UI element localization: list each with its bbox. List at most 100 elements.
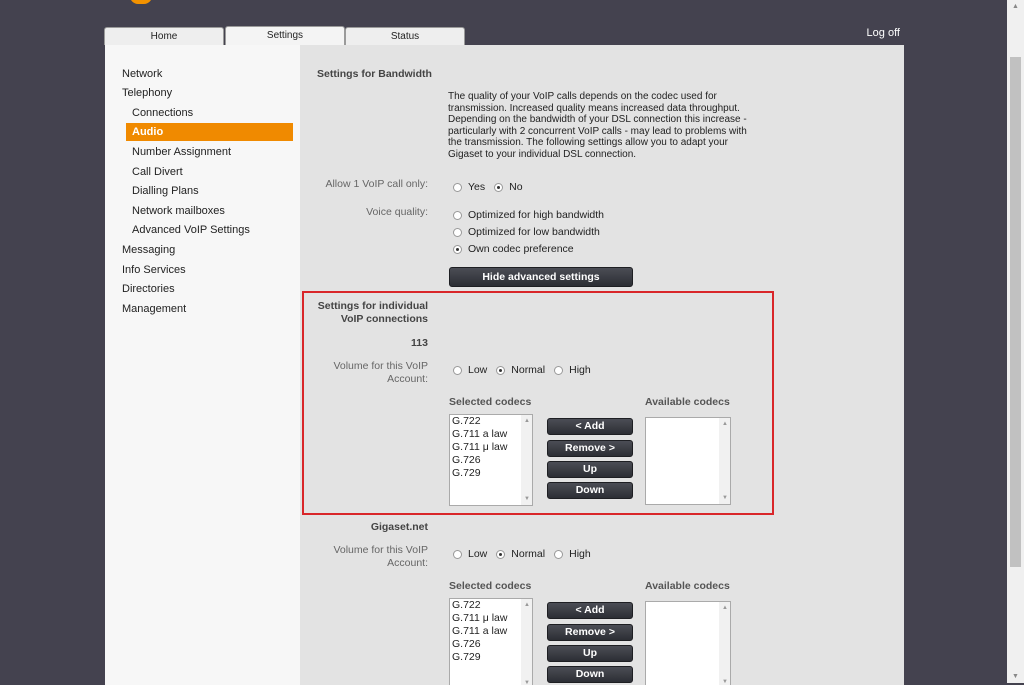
sidebar-item-directories[interactable]: Directories (122, 282, 175, 296)
volume-group: Low Normal High (453, 363, 600, 377)
scroll-up-icon[interactable]: ▲ (1012, 3, 1019, 10)
available-codecs-list[interactable]: ▲ ▼ (645, 417, 731, 505)
sidebar-item-advanced-voip[interactable]: Advanced VoIP Settings (132, 223, 250, 237)
scroll-up-icon[interactable]: ▲ (722, 605, 728, 611)
hide-advanced-button[interactable]: Hide advanced settings (449, 267, 633, 287)
allow-yes-label: Yes (468, 181, 486, 193)
volume-normal-radio[interactable] (496, 365, 506, 375)
list-item[interactable]: G.711 a law (450, 428, 532, 441)
sidebar-item-telephony[interactable]: Telephony (122, 86, 172, 100)
tab-status[interactable]: Status (345, 27, 465, 45)
voice-opt-high: Optimized for high bandwidth (453, 208, 604, 222)
list-item[interactable]: G.729 (450, 467, 532, 480)
codec-down-button[interactable]: Down (547, 482, 633, 499)
volume-low-label: Low (468, 364, 488, 376)
list-scrollbar[interactable]: ▲ ▼ (521, 415, 532, 505)
list-item[interactable]: G.711 a law (450, 625, 532, 638)
volume-group: Low Normal High (453, 547, 600, 561)
sidebar-item-info-services[interactable]: Info Services (122, 263, 186, 277)
account-name: Gigaset.net (370, 521, 428, 533)
volume-label-line1: Volume for this VoIP (333, 360, 428, 372)
allow-yes-radio[interactable] (453, 182, 462, 192)
scrollbar-thumb[interactable] (1010, 57, 1021, 567)
allow-one-call-label: Allow 1 VoIP call only: (325, 178, 428, 190)
sidebar-item-number-assignment[interactable]: Number Assignment (132, 145, 231, 159)
main-panel: Network Telephony Connections Audio Numb… (105, 45, 904, 685)
voice-quality-label: Voice quality: (366, 206, 428, 218)
list-scrollbar[interactable]: ▲ ▼ (521, 599, 532, 685)
voice-own-radio[interactable] (453, 244, 462, 254)
tab-home[interactable]: Home (104, 27, 224, 45)
add-codec-button[interactable]: < Add (547, 602, 633, 619)
volume-normal-radio[interactable] (496, 549, 506, 559)
voice-low-radio[interactable] (453, 227, 462, 237)
sidebar-item-audio[interactable]: Audio (126, 123, 293, 141)
add-codec-button[interactable]: < Add (547, 418, 633, 435)
scroll-down-icon[interactable]: ▼ (524, 496, 530, 502)
list-item[interactable]: G.711 μ law (450, 441, 532, 454)
sidebar-item-network[interactable]: Network (122, 67, 162, 81)
codec-up-button[interactable]: Up (547, 461, 633, 478)
available-codecs-title: Available codecs (645, 396, 730, 408)
voice-opt-low: Optimized for low bandwidth (453, 225, 600, 239)
volume-low-label: Low (468, 548, 488, 560)
voice-opt-own: Own codec preference (453, 242, 574, 256)
volume-low-radio[interactable] (453, 365, 462, 375)
codec-up-button[interactable]: Up (547, 645, 633, 662)
allow-no-label: No (509, 181, 523, 193)
page-scrollbar[interactable]: ▲ ▼ (1007, 0, 1024, 683)
selected-codecs-title: Selected codecs (449, 396, 532, 408)
volume-label-line2: Account: (387, 557, 428, 569)
list-item[interactable]: G.726 (450, 638, 532, 651)
tab-settings[interactable]: Settings (225, 26, 345, 46)
volume-high-radio[interactable] (554, 365, 564, 375)
list-item[interactable]: G.722 (450, 415, 532, 428)
gigaset-logo (130, 0, 152, 4)
individual-title-line2: VoIP connections (340, 313, 428, 325)
available-codecs-list[interactable]: ▲ ▼ (645, 601, 731, 685)
individual-title-line1: Settings for individual (317, 300, 428, 312)
volume-normal-label: Normal (511, 548, 546, 560)
voice-low-label: Optimized for low bandwidth (468, 226, 600, 238)
selected-codecs-title: Selected codecs (449, 580, 532, 592)
list-scrollbar[interactable]: ▲ ▼ (719, 418, 730, 504)
scroll-down-icon[interactable]: ▼ (722, 495, 728, 501)
list-item[interactable]: G.729 (450, 651, 532, 664)
bandwidth-description: The quality of your VoIP calls depends o… (448, 91, 747, 160)
allow-no-radio[interactable] (494, 182, 504, 192)
sidebar-item-connections[interactable]: Connections (132, 106, 193, 120)
available-codecs-title: Available codecs (645, 580, 730, 592)
volume-high-radio[interactable] (554, 549, 564, 559)
scroll-up-icon[interactable]: ▲ (722, 421, 728, 427)
logoff-link[interactable]: Log off (867, 27, 900, 39)
allow-one-call-group: Yes No (453, 180, 532, 194)
codec-down-button[interactable]: Down (547, 666, 633, 683)
selected-codecs-list[interactable]: G.722 G.711 a law G.711 μ law G.726 G.72… (449, 414, 533, 506)
list-scrollbar[interactable]: ▲ ▼ (719, 602, 730, 685)
volume-low-radio[interactable] (453, 549, 462, 559)
list-item[interactable]: G.726 (450, 454, 532, 467)
list-item[interactable]: G.722 (450, 599, 532, 612)
list-item[interactable]: G.711 μ law (450, 612, 532, 625)
sidebar-item-management[interactable]: Management (122, 302, 186, 316)
scroll-up-icon[interactable]: ▲ (524, 602, 530, 608)
scroll-up-icon[interactable]: ▲ (524, 418, 530, 424)
sidebar-item-call-divert[interactable]: Call Divert (132, 165, 183, 179)
bandwidth-title: Settings for Bandwidth (317, 68, 432, 80)
voice-high-label: Optimized for high bandwidth (468, 209, 604, 221)
volume-label-line2: Account: (387, 373, 428, 385)
sidebar-item-network-mailboxes[interactable]: Network mailboxes (132, 204, 225, 218)
remove-codec-button[interactable]: Remove > (547, 440, 633, 457)
voice-own-label: Own codec preference (468, 243, 574, 255)
volume-high-label: High (569, 548, 591, 560)
account-name: 113 (411, 337, 428, 349)
scroll-down-icon[interactable]: ▼ (1012, 673, 1019, 680)
remove-codec-button[interactable]: Remove > (547, 624, 633, 641)
volume-label-line1: Volume for this VoIP (333, 544, 428, 556)
scroll-down-icon[interactable]: ▼ (722, 679, 728, 685)
voice-high-radio[interactable] (453, 210, 462, 220)
selected-codecs-list[interactable]: G.722 G.711 μ law G.711 a law G.726 G.72… (449, 598, 533, 685)
sidebar-item-messaging[interactable]: Messaging (122, 243, 175, 257)
sidebar-item-dialling-plans[interactable]: Dialling Plans (132, 184, 199, 198)
volume-normal-label: Normal (511, 364, 546, 376)
